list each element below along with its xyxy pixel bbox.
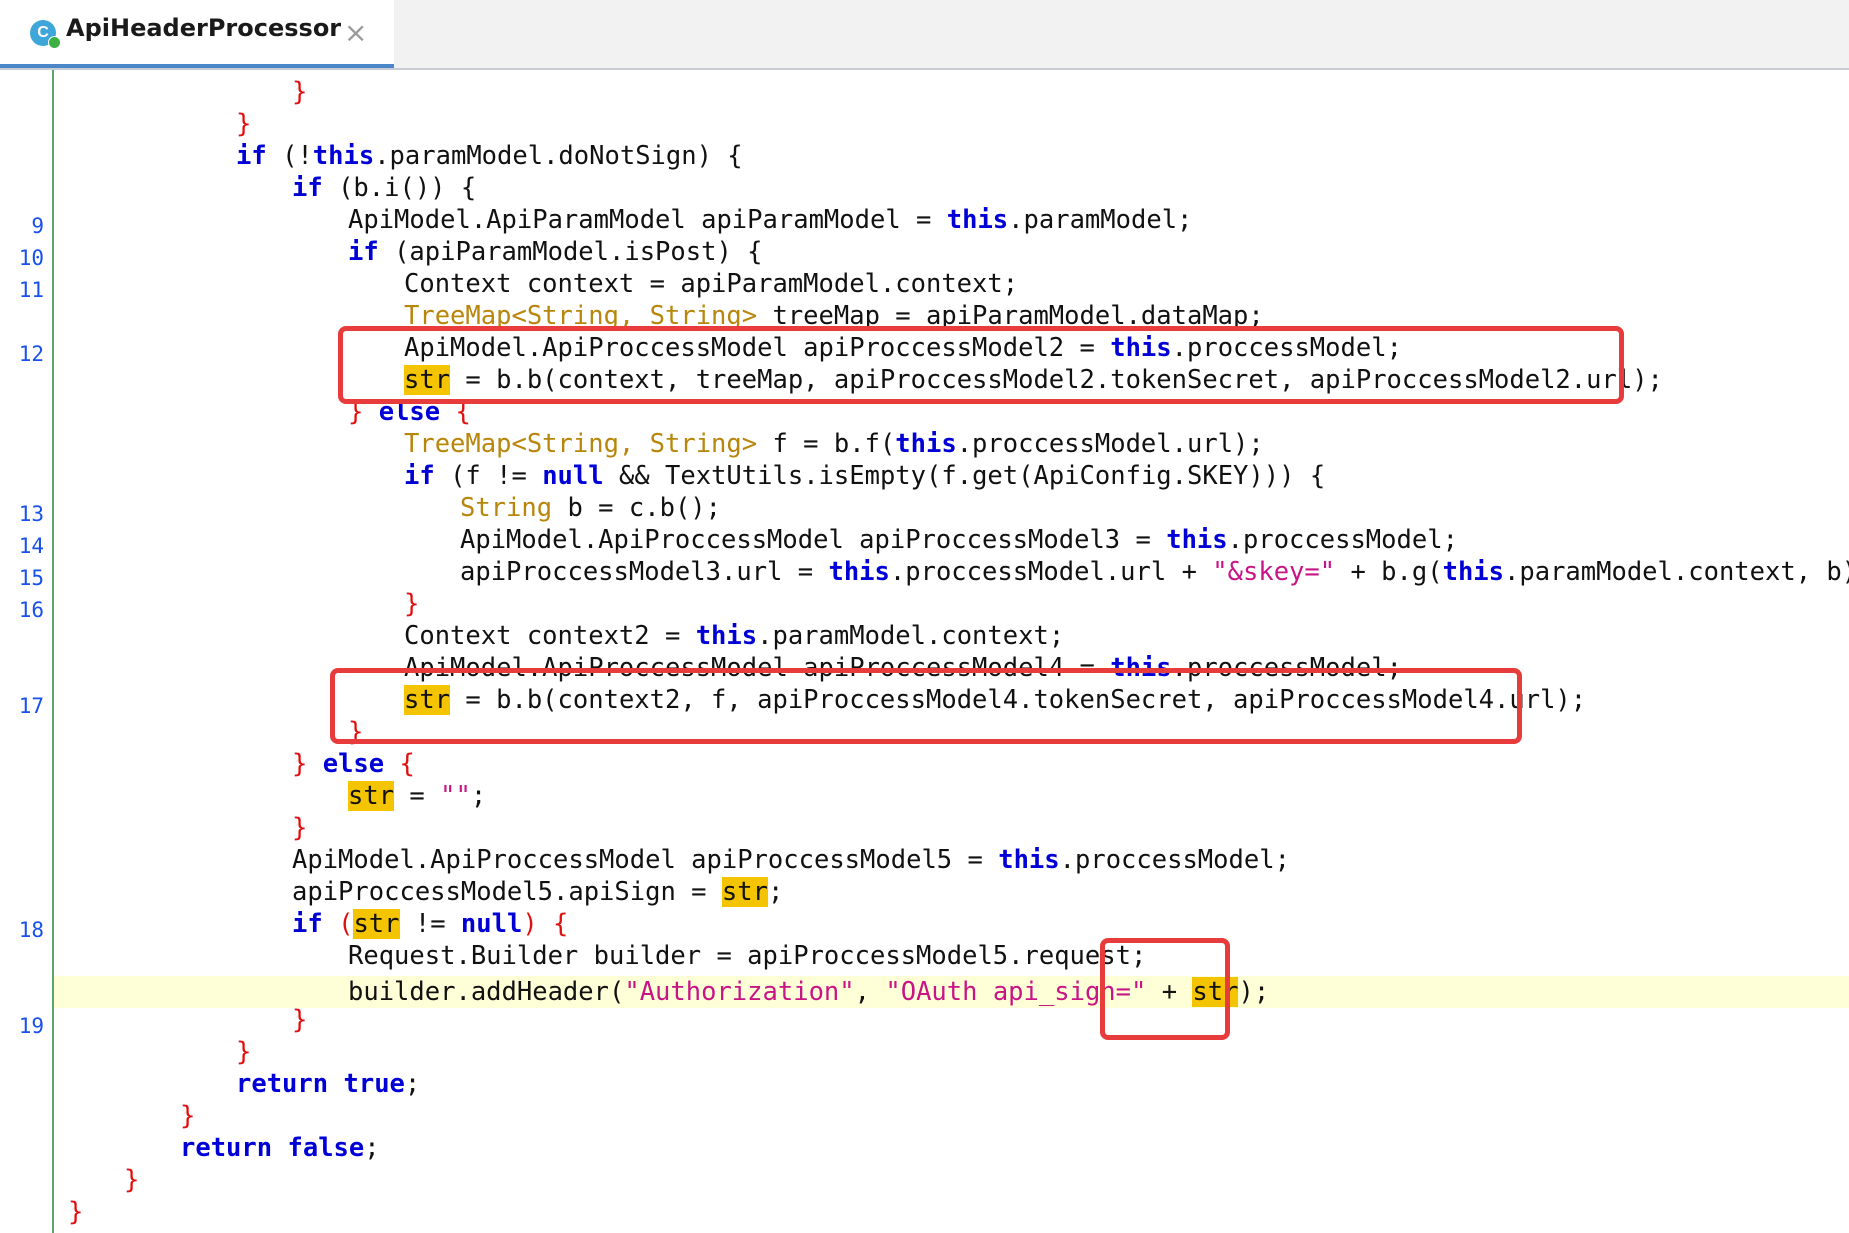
- code-line: if (f != null && TextUtils.isEmpty(f.get…: [404, 461, 1326, 491]
- code-line: str = "";: [348, 781, 487, 811]
- str-highlight: str: [348, 781, 395, 811]
- line-number: 19: [18, 1014, 44, 1038]
- tab-title: ApiHeaderProcessor: [66, 14, 342, 42]
- gutter-change-marker: [52, 70, 54, 1233]
- code-line: if (str != null) {: [292, 909, 569, 939]
- class-status-dot-icon: [48, 36, 61, 49]
- editor-gutter: 9 10 11 12 13 14 15 16 17 18 19: [0, 70, 54, 1233]
- annotation-box: [338, 326, 1624, 404]
- line-number: 15: [18, 566, 44, 590]
- line-number: 13: [18, 502, 44, 526]
- code-line: }: [68, 1197, 84, 1227]
- str-highlight: str: [721, 877, 768, 907]
- code-line: }: [180, 1101, 196, 1131]
- line-number: 17: [18, 694, 44, 718]
- tab-api-header-processor[interactable]: C ApiHeaderProcessor ×: [0, 0, 394, 68]
- code-line: return true;: [236, 1069, 421, 1099]
- line-number: 9: [31, 214, 44, 238]
- str-highlight: str: [353, 909, 400, 939]
- code-line: if (apiParamModel.isPost) {: [348, 237, 763, 267]
- annotation-box: [330, 668, 1522, 744]
- close-icon[interactable]: ×: [344, 16, 367, 49]
- line-number: 18: [18, 918, 44, 942]
- code-line: }: [236, 1037, 252, 1067]
- code-line: Context context2 = this.paramModel.conte…: [404, 621, 1065, 651]
- code-line: String b = c.b();: [460, 493, 722, 523]
- line-number: 12: [18, 342, 44, 366]
- code-line: }: [404, 589, 420, 619]
- line-number: 16: [18, 598, 44, 622]
- code-line: if (b.i()) {: [292, 173, 477, 203]
- code-line: return false;: [180, 1133, 380, 1163]
- line-number: 10: [18, 246, 44, 270]
- code-line: apiProccessModel3.url = this.proccessMod…: [460, 557, 1849, 587]
- annotation-box: [1100, 938, 1230, 1040]
- code-line: }: [124, 1165, 140, 1195]
- code-line: ApiModel.ApiProccessModel apiProccessMod…: [460, 525, 1458, 555]
- code-line: apiProccessModel5.apiSign = str;: [292, 877, 784, 907]
- code-line: if (!this.paramModel.doNotSign) {: [236, 141, 743, 171]
- code-line: }: [292, 77, 308, 107]
- code-line: }: [292, 1005, 308, 1035]
- code-line: }: [236, 109, 252, 139]
- line-number: 11: [18, 278, 44, 302]
- code-line: ApiModel.ApiParamModel apiParamModel = t…: [348, 205, 1193, 235]
- editor-tab-bar: C ApiHeaderProcessor ×: [0, 0, 1849, 70]
- line-number: 14: [18, 534, 44, 558]
- code-line: }: [292, 813, 308, 843]
- code-line: } else {: [292, 749, 415, 779]
- code-line: Request.Builder builder = apiProccessMod…: [348, 941, 1147, 971]
- code-line: ApiModel.ApiProccessModel apiProccessMod…: [292, 845, 1290, 875]
- code-line: Context context = apiParamModel.context;: [404, 269, 1019, 299]
- code-line: TreeMap<String, String> f = b.f(this.pro…: [404, 429, 1264, 459]
